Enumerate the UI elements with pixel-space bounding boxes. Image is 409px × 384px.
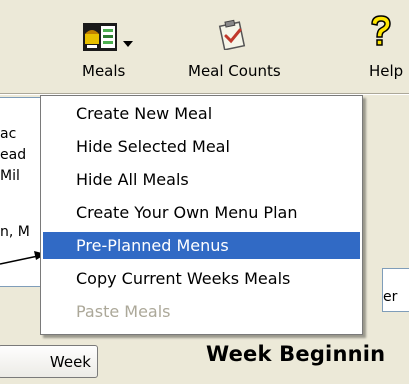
menu-item-create-your-own-menu-plan[interactable]: Create Your Own Menu Plan [43, 199, 360, 226]
toolbar: Meals Meal Counts Help [0, 0, 409, 93]
help-label: Help [369, 62, 404, 80]
meal-counts-label: Meal Counts [188, 62, 281, 80]
question-mark-icon [371, 15, 391, 46]
clipboard-check-icon [218, 19, 246, 50]
menu-item-copy-current-weeks-meals[interactable]: Copy Current Weeks Meals [43, 265, 360, 292]
meals-dropdown-menu: Create New Meal Hide Selected Meal Hide … [40, 95, 363, 335]
help-toolbar-button[interactable]: Help [360, 0, 409, 93]
menu-item-hide-selected-meal[interactable]: Hide Selected Meal [43, 133, 360, 160]
meal-counts-toolbar-button[interactable]: Meal Counts [180, 0, 290, 93]
menu-item-pre-planned-menus[interactable]: Pre-Planned Menus [43, 232, 360, 259]
right-panel-fragment[interactable]: er [382, 268, 409, 312]
meals-label: Meals [82, 62, 126, 80]
menu-item-hide-all-meals[interactable]: Hide All Meals [43, 166, 360, 193]
right-panel-text: er [383, 289, 398, 305]
week-button[interactable]: Week [0, 345, 98, 378]
menu-item-create-new-meal[interactable]: Create New Meal [43, 100, 360, 127]
menu-item-paste-meals: Paste Meals [76, 302, 171, 321]
chevron-down-icon[interactable] [122, 40, 134, 48]
week-beginning-title: Week Beginnin [206, 342, 386, 366]
meals-toolbar-button[interactable]: Meals [70, 0, 150, 93]
meals-icon [83, 23, 117, 51]
